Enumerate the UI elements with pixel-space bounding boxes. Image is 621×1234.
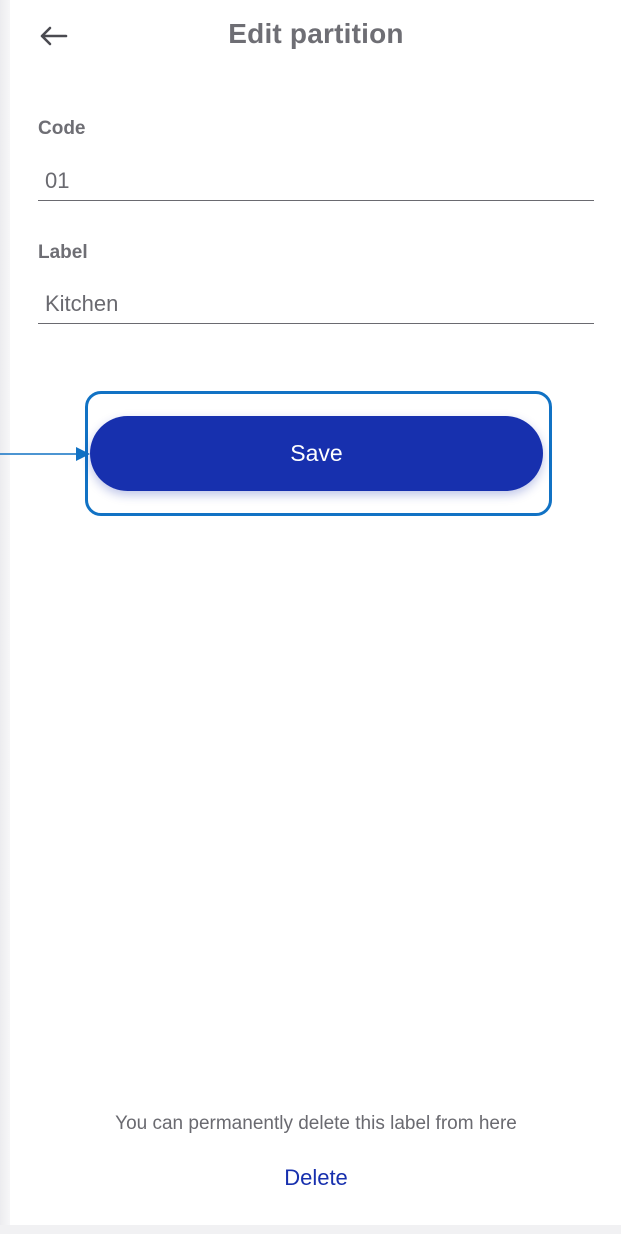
- code-input[interactable]: [38, 161, 594, 201]
- delete-info-text: You can permanently delete this label fr…: [115, 1113, 517, 1134]
- bottom-shade: [0, 1225, 621, 1234]
- code-field-label: Code: [38, 118, 86, 139]
- save-button[interactable]: Save: [90, 416, 543, 491]
- delete-link[interactable]: Delete: [0, 1165, 621, 1191]
- pointer-arrow: [0, 447, 90, 461]
- background-shade: [0, 0, 10, 1234]
- label-field-label: Label: [38, 242, 88, 263]
- page-title: Edit partition: [228, 18, 404, 49]
- label-input[interactable]: [38, 284, 594, 324]
- save-button-label: Save: [290, 440, 343, 466]
